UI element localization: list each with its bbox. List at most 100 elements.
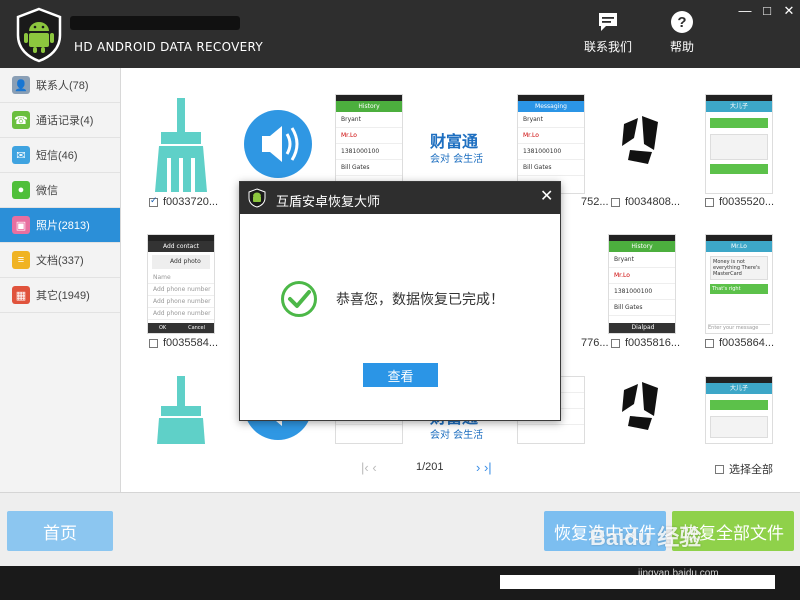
history-row: Bill Gates [336, 160, 402, 176]
next-page-button[interactable]: › ›| [476, 460, 492, 475]
photo-checkbox[interactable] [705, 197, 714, 207]
help-button[interactable]: ? 帮助 [662, 10, 702, 55]
photo-checkbox[interactable] [611, 197, 620, 207]
history-row: Bryant [609, 252, 675, 268]
sidebar-item-photos[interactable]: ▣ 照片(2813) [0, 208, 120, 243]
photo-caption[interactable]: f0035816... [611, 336, 680, 350]
photo-caption[interactable]: f0035584... [149, 336, 218, 350]
file-name: 776... [581, 337, 609, 349]
logo-subtext: 会对 会生活 [430, 154, 484, 165]
photo-thumbnail[interactable]: 大儿子 [705, 94, 773, 194]
photo-thumbnail[interactable]: History Bryant Mr.Lo 1381000100 Bill Gat… [608, 234, 676, 334]
close-button[interactable]: ✕ [782, 4, 796, 18]
file-name: f0034808... [625, 196, 681, 208]
file-name: f0035864... [719, 337, 775, 349]
dialog-close-button[interactable]: ✕ [540, 186, 553, 206]
select-all-checkbox[interactable] [715, 464, 724, 474]
photo-thumbnail[interactable]: Messaging Bryant Mr.Lo 1381000100 Bill G… [517, 94, 585, 194]
broom-icon [155, 98, 207, 192]
photo-icon: ▣ [12, 216, 30, 234]
minimize-button[interactable]: — [738, 4, 752, 18]
chat-bubble [710, 400, 768, 410]
photo-caption[interactable]: f0034808... [611, 195, 680, 209]
help-label: 帮助 [669, 40, 694, 54]
home-button[interactable]: 首页 [7, 511, 113, 551]
chat-bubble [710, 164, 768, 174]
chat-icon [599, 13, 617, 31]
contact-field: Add phone number [148, 284, 214, 296]
photo-thumbnail[interactable] [147, 376, 215, 444]
message-row: 1381000100 [518, 144, 584, 160]
photo-thumbnail[interactable]: 大儿子 [705, 376, 773, 444]
svg-text:?: ? [677, 14, 686, 31]
view-button[interactable]: 查看 [363, 363, 438, 387]
contact-action-bar: OK Cancel [148, 323, 214, 333]
page-indicator: 1/201 [416, 461, 444, 473]
photo-thumbnail[interactable]: History Bryant Mr.Lo 1381000100 Bill Gat… [335, 94, 403, 194]
history-row: 1381000100 [336, 144, 402, 160]
photo-caption[interactable]: 752... [581, 195, 609, 209]
sidebar-item-label: 照片(2813) [36, 220, 90, 232]
photo-thumbnail[interactable]: 财富通 会对 会生活 [426, 94, 494, 194]
document-icon: ≡ [12, 251, 30, 269]
contact-us-button[interactable]: 联系我们 [582, 10, 634, 55]
photo-caption[interactable]: f0035864... [705, 336, 774, 350]
watermark: Baidu 经验 [590, 525, 702, 550]
sidebar-item-contacts[interactable]: 👤 联系人(78) [0, 68, 120, 103]
file-name: f0035584... [163, 337, 219, 349]
history-row: Mr.Lo [609, 268, 675, 284]
photo-caption[interactable]: 776... [581, 336, 609, 350]
calligraphy-icon [622, 116, 658, 164]
contact-field: Name [148, 272, 214, 284]
success-check-icon [281, 281, 317, 317]
sidebar-item-sms[interactable]: ✉ 短信(46) [0, 138, 120, 173]
ok-label: OK [158, 325, 167, 331]
photo-thumbnail[interactable] [244, 94, 312, 194]
photo-checkbox[interactable] [149, 195, 158, 207]
sms-icon: ✉ [12, 146, 30, 164]
photo-caption[interactable]: f0035520... [705, 195, 774, 209]
chat-bubble [710, 118, 768, 128]
select-all-label: 选择全部 [729, 464, 773, 476]
chat-bubble [710, 416, 768, 438]
photo-thumbnail[interactable]: Add contact Add photo Name Add phone num… [147, 234, 215, 334]
photo-thumbnail[interactable] [608, 376, 676, 444]
sidebar-item-label: 其它(1949) [36, 290, 90, 302]
photo-checkbox[interactable] [149, 338, 158, 348]
contact-field: Add phone number [148, 296, 214, 308]
add-contact-title: Add contact [148, 241, 214, 252]
photo-thumbnail[interactable] [608, 94, 676, 194]
sidebar-item-other[interactable]: ▦ 其它(1949) [0, 278, 120, 313]
brand-name-obscured [70, 16, 240, 30]
photo-thumbnail[interactable] [147, 94, 215, 194]
help-icon: ? [671, 11, 693, 33]
chat-title: 大儿子 [706, 383, 772, 394]
file-name: 752... [581, 196, 609, 208]
watermark-url: jingyan.baidu.com [638, 568, 719, 579]
history-row: Bill Gates [609, 300, 675, 316]
photo-checkbox[interactable] [611, 338, 620, 348]
other-icon: ▦ [12, 286, 30, 304]
sidebar-item-label: 联系人(78) [36, 80, 89, 92]
sidebar-item-wechat[interactable]: ● 微信 [0, 173, 120, 208]
maximize-button[interactable]: □ [760, 4, 774, 18]
contact-field: Add phone number [148, 308, 214, 320]
photo-caption[interactable]: f0033720... [149, 195, 218, 209]
photo-checkbox[interactable] [705, 338, 714, 348]
calligraphy-icon [622, 382, 658, 430]
messaging-title: Messaging [518, 101, 584, 112]
sidebar-item-call-log[interactable]: ☎ 通话记录(4) [0, 103, 120, 138]
dialpad-bar: Dialpad [609, 323, 675, 333]
history-row: Bryant [336, 112, 402, 128]
message-row: Bill Gates [518, 160, 584, 176]
chat-bubble: Money is not everything There's MasterCa… [710, 256, 768, 280]
cancel-label: Cancel [188, 325, 206, 331]
logo-text: 财富通 [430, 132, 479, 151]
photo-thumbnail[interactable]: Mr.Lo Money is not everything There's Ma… [705, 234, 773, 334]
select-all-toggle[interactable]: 选择全部 [715, 461, 773, 477]
prev-page-button[interactable]: |‹ ‹ [361, 460, 377, 475]
app-logo-icon [16, 7, 62, 63]
speaker-icon [244, 110, 312, 178]
sidebar-item-label: 短信(46) [36, 150, 78, 162]
sidebar-item-documents[interactable]: ≡ 文档(337) [0, 243, 120, 278]
